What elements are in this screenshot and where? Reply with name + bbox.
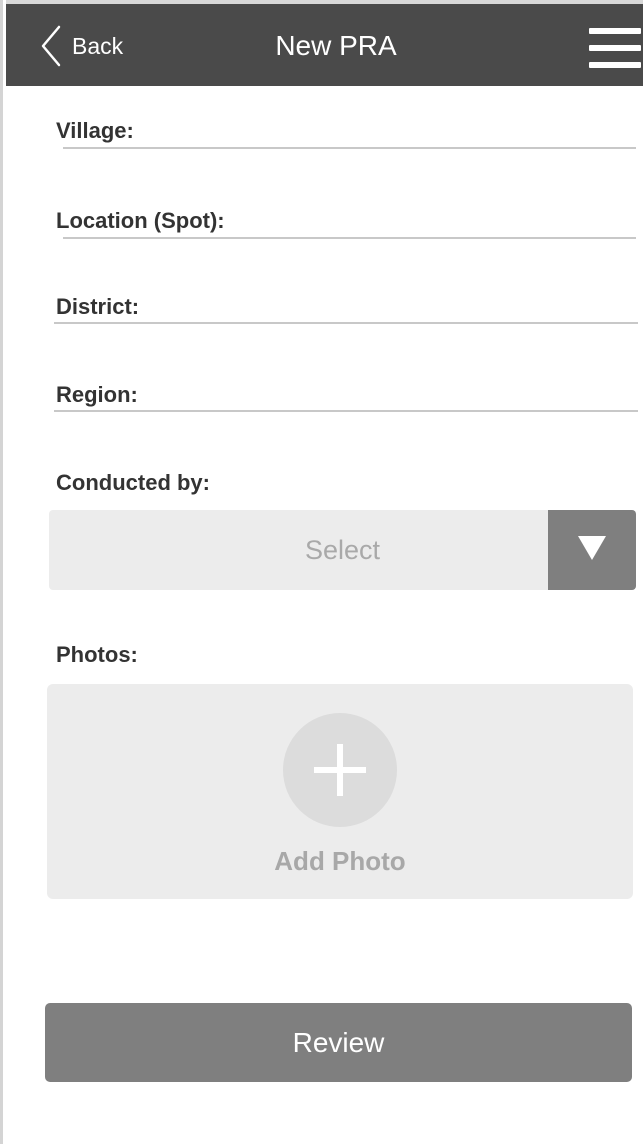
chevron-left-icon [40,25,62,67]
district-label: District: [56,294,140,319]
add-photo-circle [283,713,397,827]
add-photo-label: Add Photo [274,846,406,876]
page-title: New PRA [275,30,397,61]
hamburger-menu-icon [589,28,641,34]
village-field[interactable] [63,147,636,149]
menu-button[interactable] [589,26,641,70]
region-label: Region: [56,382,138,407]
plus-icon [283,713,397,827]
district-field[interactable] [54,322,638,324]
dropdown-toggle[interactable] [548,510,636,590]
review-button[interactable]: Review [45,1003,632,1082]
conducted-by-label: Conducted by: [56,470,210,495]
location-label: Location (Spot): [56,208,225,233]
nav-bar: Back New PRA [6,0,643,86]
village-label: Village: [56,118,134,143]
add-photo-button[interactable]: Add Photo [47,684,633,899]
conducted-by-select[interactable]: Select [49,510,636,590]
photos-label: Photos: [56,642,138,667]
app-screen: Back New PRA Village: Location (Spot): D… [0,0,643,1144]
back-label: Back [72,32,124,59]
back-button[interactable]: Back [40,22,123,70]
region-field[interactable] [54,410,638,412]
triangle-down-icon [577,535,607,566]
location-field[interactable] [63,237,636,239]
